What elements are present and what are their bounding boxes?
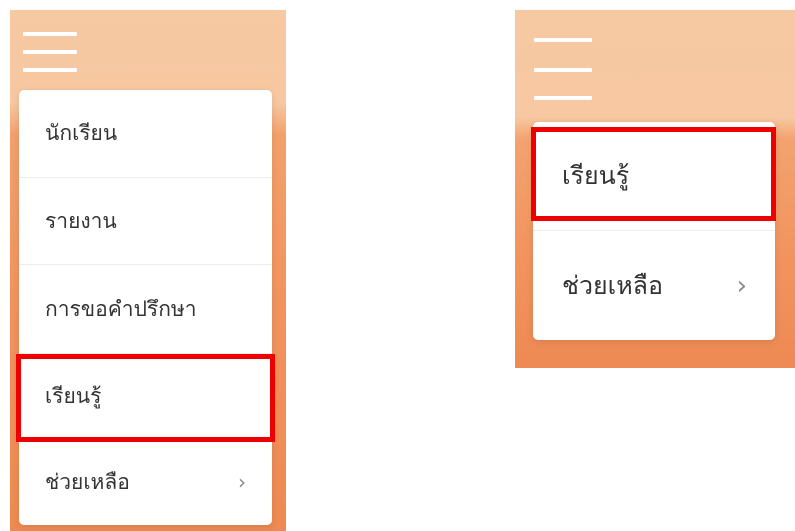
menu-item-label: ช่วยเหลือ [45, 469, 130, 494]
menu-item-students[interactable]: นักเรียน [19, 90, 272, 178]
menu-item-reports[interactable]: รายงาน [19, 178, 272, 265]
menu-item-label: รายงาน [45, 208, 117, 233]
menu-item-help[interactable]: ช่วยเหลือ › [19, 439, 272, 525]
mobile-nav-panel-full: นักเรียน รายงาน การขอคำปรึกษา เรียนรู้ ช… [10, 10, 286, 531]
chevron-right-icon: › [736, 270, 747, 301]
menu-item-label: การขอคำปรึกษา [45, 296, 197, 321]
highlight-box-learning [531, 127, 776, 221]
nav-menu-dropdown: นักเรียน รายงาน การขอคำปรึกษา เรียนรู้ ช… [19, 90, 272, 525]
highlight-box-learning [16, 354, 275, 442]
menu-item-help[interactable]: ช่วยเหลือ › [533, 231, 775, 340]
menu-item-consultation[interactable]: การขอคำปรึกษา [19, 265, 272, 354]
hamburger-menu-icon[interactable] [534, 38, 594, 102]
menu-item-label: นักเรียน [45, 121, 118, 145]
hamburger-menu-icon[interactable] [23, 26, 79, 76]
chevron-right-icon: › [238, 470, 246, 494]
menu-item-label: ช่วยเหลือ [562, 270, 664, 300]
